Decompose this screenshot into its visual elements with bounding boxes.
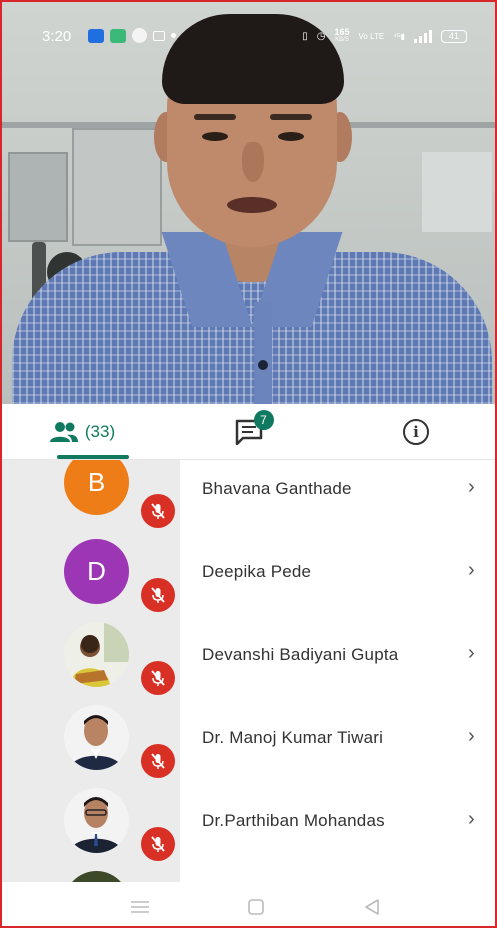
muted-mic-icon <box>141 827 175 861</box>
status-time: 3:20 <box>42 28 72 45</box>
chat-icon-wrapper: 7 <box>235 410 274 446</box>
tab-meeting-info[interactable]: i <box>337 404 495 460</box>
network-speed: 165 KB/S <box>335 28 350 44</box>
speaker-eyebrow <box>270 114 312 120</box>
back-icon[interactable] <box>364 899 380 915</box>
participant-row[interactable]: B Bhavana Ganthade › <box>2 460 495 533</box>
screen-frame: 3:20 ▯ ◷ 165 KB/S Vo LTE ⁴ᴳ▮ 41 (33) 7 i… <box>0 0 497 928</box>
avatar: B <box>64 460 129 515</box>
avatar: D <box>64 539 129 604</box>
speaker-shirt-placket <box>254 302 272 404</box>
game-app-icon <box>132 28 147 43</box>
menu-icon[interactable] <box>130 900 150 914</box>
chevron-right-icon[interactable]: › <box>468 725 475 748</box>
participant-name: Bhavana Ganthade <box>202 479 352 498</box>
system-navigation-bar <box>2 882 495 926</box>
background-electrical-box <box>8 152 68 242</box>
speaker-shirt-button <box>258 360 268 370</box>
chevron-right-icon[interactable]: › <box>468 476 475 499</box>
avatar-initial: D <box>87 556 106 586</box>
message-app-icon <box>153 30 165 41</box>
speaker-eye <box>278 132 304 141</box>
background-electrical-box <box>72 128 162 246</box>
participant-row-partial[interactable] <box>2 865 495 882</box>
people-icon <box>49 422 78 442</box>
speaker-eye <box>202 132 228 141</box>
signal-strength-icon <box>414 29 432 43</box>
chevron-right-icon[interactable]: › <box>468 808 475 831</box>
cloud-app-icon <box>88 28 104 43</box>
participant-name: Deepika Pede <box>202 562 312 581</box>
speaker-eyebrow <box>194 114 236 120</box>
participant-row[interactable]: Dr.Parthiban Mohandas › <box>2 782 495 865</box>
participant-row[interactable]: Devanshi Badiyani Gupta › <box>2 616 495 699</box>
participant-name: Dr. Manoj Kumar Tiwari <box>202 728 384 747</box>
home-icon[interactable] <box>248 899 264 915</box>
meeting-tab-bar: (33) 7 i <box>2 404 495 460</box>
active-tab-indicator <box>57 455 129 459</box>
participant-name: Devanshi Badiyani Gupta <box>202 645 399 664</box>
avatar-initial: B <box>87 467 106 497</box>
battery-icon: 41 <box>441 29 467 43</box>
avatar <box>64 705 129 770</box>
avatar <box>64 622 129 687</box>
tab-chat[interactable]: 7 <box>162 404 337 460</box>
muted-mic-icon <box>141 494 175 528</box>
volte-icon: Vo LTE <box>358 31 385 41</box>
background-wall-panel <box>422 152 492 232</box>
participant-row[interactable]: Dr. Manoj Kumar Tiwari › <box>2 699 495 782</box>
alarm-icon: ◷ <box>316 30 326 42</box>
4g-signal-icon: ⁴ᴳ▮ <box>393 31 405 41</box>
unread-message-badge: 7 <box>253 410 274 430</box>
network-speed-value: 165 <box>334 27 350 37</box>
participant-count: (33) <box>84 422 116 441</box>
muted-mic-icon <box>141 578 175 612</box>
tab-participants[interactable]: (33) <box>2 404 162 460</box>
status-bar: 3:20 ▯ ◷ 165 KB/S Vo LTE ⁴ᴳ▮ 41 <box>2 24 495 50</box>
chevron-right-icon[interactable]: › <box>468 642 475 665</box>
info-icon: i <box>403 419 429 445</box>
avatar <box>64 788 129 853</box>
chevron-right-icon[interactable]: › <box>468 559 475 582</box>
speaker-mouth <box>227 197 277 213</box>
vibrate-icon: ▯ <box>302 30 308 42</box>
network-speed-unit: KB/S <box>335 37 349 43</box>
participant-name: Dr.Parthiban Mohandas <box>202 811 385 830</box>
participant-list[interactable]: B Bhavana Ganthade › D Deepika Pede › De… <box>2 460 495 882</box>
speaker-nose <box>242 142 264 182</box>
more-notifications-dot-icon <box>171 33 176 38</box>
system-icons: ▯ ◷ 165 KB/S Vo LTE ⁴ᴳ▮ 41 <box>302 28 467 44</box>
speaker-video-feed[interactable] <box>2 2 495 404</box>
muted-mic-icon <box>141 661 175 695</box>
muted-mic-icon <box>141 744 175 778</box>
notification-icons <box>88 28 176 43</box>
chat-app-icon <box>110 28 126 43</box>
participant-row[interactable]: D Deepika Pede › <box>2 533 495 616</box>
avatar <box>64 871 129 882</box>
